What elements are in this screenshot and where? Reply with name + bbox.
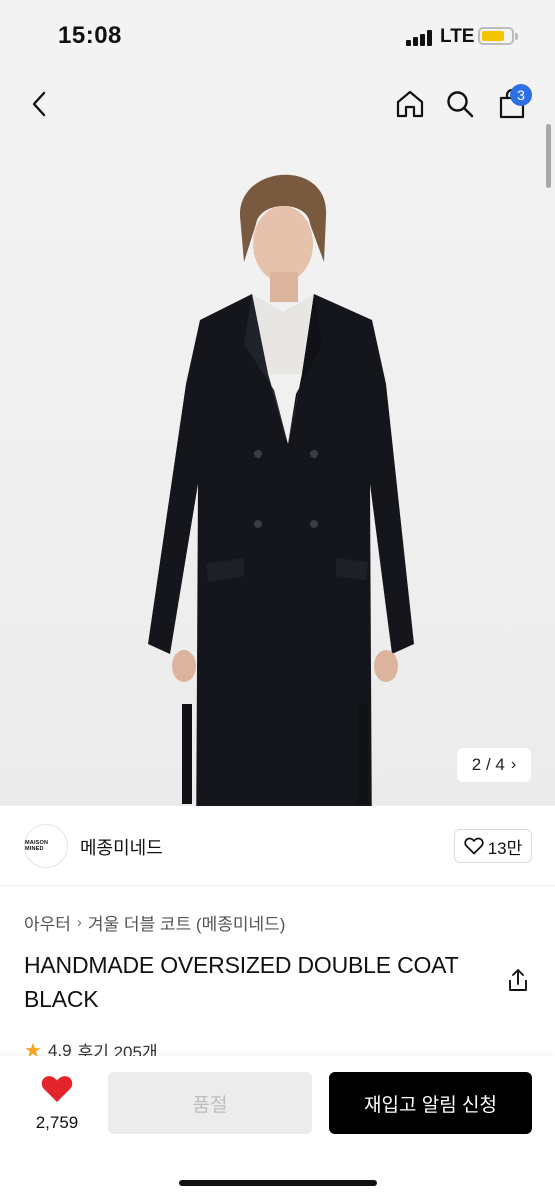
chevron-left-icon [32,91,46,117]
breadcrumb-item[interactable]: 겨울 더블 코트 (메종미네드) [88,910,286,935]
wishlist-button[interactable]: 2,759 [28,1074,86,1133]
brand-name[interactable]: 메종미네드 [80,834,163,860]
home-button[interactable] [388,82,432,126]
product-gallery[interactable]: 3 2 / 4 › [0,72,555,806]
battery-icon [478,27,518,45]
status-time: 15:08 [58,22,122,49]
brand-like-button[interactable]: 13만 [454,829,532,863]
back-button[interactable] [18,82,62,126]
product-title: HANDMADE OVERSIZED DOUBLE COAT BLACK [24,952,459,1012]
signal-icon [406,30,434,46]
search-button[interactable] [438,82,482,126]
share-button[interactable] [504,966,532,994]
brand-logo[interactable]: MAISON MINED [24,824,68,868]
scroll-indicator [546,124,551,188]
heart-filled-icon [41,1076,73,1102]
status-bar: 15:08 LTE [0,0,555,72]
brand-row: MAISON MINED 메종미네드 13만 [0,806,555,886]
search-icon [447,91,474,118]
home-icon [396,90,424,118]
product-image [148,174,414,806]
chevron-right-icon: › [510,756,517,773]
breadcrumb-item[interactable]: 아우터 [24,910,71,935]
brand-like-count: 13만 [487,838,523,858]
image-counter[interactable]: 2 / 4 › [457,748,531,782]
breadcrumb: 아우터 › 겨울 더블 코트 (메종미네드) [24,910,285,935]
bottom-action-bar: 2,759 품절 재입고 알림 신청 [0,1056,555,1200]
home-indicator [179,1180,377,1186]
cart-count-badge: 3 [510,84,532,106]
soldout-button: 품절 [108,1072,312,1134]
share-icon [509,969,527,991]
wishlist-count: 2,759 [35,1113,79,1132]
heart-outline-icon [464,837,484,855]
network-label: LTE [440,26,475,47]
chevron-right-icon: › [76,914,82,931]
restock-alert-button[interactable]: 재입고 알림 신청 [329,1072,532,1134]
image-counter-text: 2 / 4 [471,755,505,774]
